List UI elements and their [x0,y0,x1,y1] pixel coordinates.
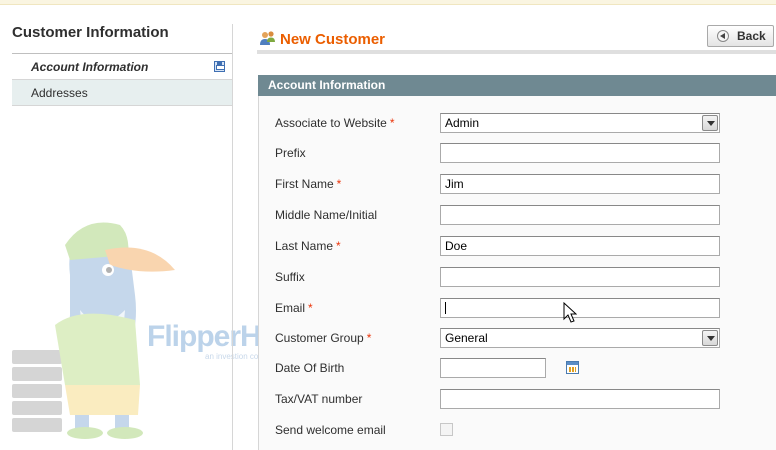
firstname-label: First Name * [275,177,342,191]
tab-label: Addresses [31,86,88,100]
row-website: Associate to Website * Admin [275,113,755,133]
taxvat-label: Tax/VAT number [275,392,363,406]
mouse-cursor-icon [563,302,577,323]
taxvat-input[interactable] [440,389,720,409]
row-group: Customer Group * General [275,328,755,348]
row-email: Email * [275,298,755,318]
sidebar: Customer Information Account Information… [12,24,233,106]
save-icon [214,61,225,72]
email-label: Email * [275,301,313,315]
tab-account-information[interactable]: Account Information [12,54,233,80]
row-middlename: Middle Name/Initial [275,205,755,225]
top-bar [0,0,776,5]
row-suffix: Suffix [275,267,755,287]
row-taxvat: Tax/VAT number [275,389,755,409]
account-information-fieldset: Associate to Website * Admin Prefix First… [258,96,776,450]
lastname-label: Last Name * [275,239,341,253]
website-value: Admin [445,116,480,130]
suffix-input[interactable] [440,267,720,287]
welcome-checkbox[interactable] [440,423,453,436]
website-label: Associate to Website * [275,116,395,130]
prefix-input[interactable] [440,143,720,163]
group-select[interactable]: General [440,328,720,348]
page-title: New Customer [280,31,386,48]
email-input[interactable] [440,298,720,318]
lastname-input[interactable]: Doe [440,236,720,256]
calendar-icon[interactable] [566,361,579,374]
section-header: Account Information [258,75,776,96]
chevron-down-icon[interactable] [702,115,718,131]
dob-label: Date Of Birth [275,361,345,375]
back-button[interactable]: Back [707,25,774,47]
group-value: General [445,331,488,345]
row-welcome: Send welcome email [275,420,755,440]
tab-label: Account Information [31,60,149,74]
middlename-input[interactable] [440,205,720,225]
suffix-label: Suffix [275,270,305,284]
row-prefix: Prefix [275,143,755,163]
back-arrow-icon [717,30,729,42]
sidebar-divider [232,24,233,450]
dob-input[interactable] [440,358,546,378]
text-caret [445,301,446,314]
row-firstname: First Name * Jim [275,174,755,194]
chevron-down-icon[interactable] [702,330,718,346]
middlename-label: Middle Name/Initial [275,208,378,222]
row-dob: Date Of Birth [275,358,755,378]
row-lastname: Last Name * Doe [275,236,755,256]
welcome-label: Send welcome email [275,423,386,437]
back-button-label: Back [737,29,766,43]
firstname-input[interactable]: Jim [440,174,720,194]
website-select[interactable]: Admin [440,113,720,133]
prefix-label: Prefix [275,146,306,160]
tab-addresses[interactable]: Addresses [12,80,233,106]
group-label: Customer Group * [275,331,372,345]
sidebar-title: Customer Information [12,24,233,54]
page-header: New Customer Back [257,24,776,54]
customer-icon [260,31,275,45]
